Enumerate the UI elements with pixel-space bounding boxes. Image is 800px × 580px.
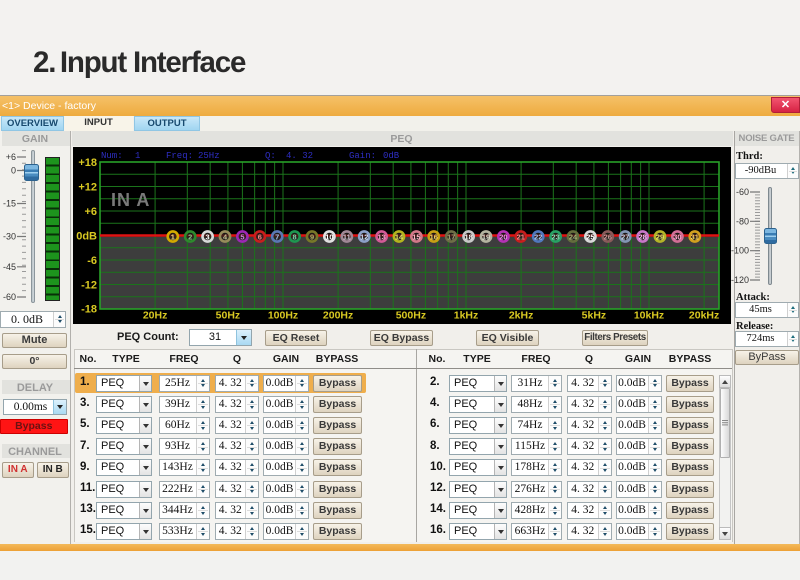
svg-text:0: 0 — [11, 166, 16, 176]
svg-text:5: 5 — [240, 233, 244, 242]
svg-text:15: 15 — [412, 233, 420, 242]
svg-text:14: 14 — [395, 233, 404, 242]
svg-text:10kHz: 10kHz — [634, 310, 664, 322]
svg-text:19: 19 — [482, 233, 490, 242]
svg-text:20Hz: 20Hz — [143, 310, 168, 322]
svg-text:1kHz: 1kHz — [454, 310, 479, 322]
svg-text:-100: -100 — [731, 246, 749, 256]
svg-text:23: 23 — [551, 233, 559, 242]
svg-text:-12: -12 — [81, 279, 97, 291]
svg-text:4. 32: 4. 32 — [286, 151, 313, 161]
svg-text:1: 1 — [171, 233, 175, 242]
svg-text:Q:: Q: — [265, 151, 276, 161]
svg-text:17: 17 — [447, 233, 455, 242]
svg-text:10: 10 — [325, 233, 333, 242]
svg-text:+6: +6 — [84, 206, 97, 218]
svg-text:3: 3 — [206, 233, 210, 242]
svg-text:1: 1 — [135, 151, 140, 161]
svg-text:100Hz: 100Hz — [268, 310, 298, 322]
svg-text:7: 7 — [275, 233, 279, 242]
svg-text:11: 11 — [343, 233, 351, 242]
svg-text:26: 26 — [604, 233, 612, 242]
svg-text:25Hz: 25Hz — [198, 151, 220, 161]
svg-text:5kHz: 5kHz — [582, 310, 607, 322]
svg-text:-18: -18 — [81, 304, 97, 316]
svg-text:20kHz: 20kHz — [689, 310, 719, 322]
svg-text:-15: -15 — [3, 199, 16, 209]
svg-text:30: 30 — [673, 233, 681, 242]
svg-text:2kHz: 2kHz — [509, 310, 534, 322]
svg-text:28: 28 — [638, 233, 646, 242]
svg-text:0dB: 0dB — [76, 231, 97, 243]
svg-text:200Hz: 200Hz — [323, 310, 353, 322]
svg-text:8: 8 — [293, 233, 297, 242]
svg-text:50Hz: 50Hz — [216, 310, 241, 322]
svg-text:+12: +12 — [78, 182, 97, 194]
svg-text:13: 13 — [377, 233, 385, 242]
svg-text:IN A: IN A — [111, 190, 150, 210]
svg-text:29: 29 — [656, 233, 664, 242]
svg-text:2: 2 — [188, 233, 192, 242]
svg-text:9: 9 — [310, 233, 314, 242]
svg-text:+6: +6 — [6, 152, 16, 162]
svg-text:-60: -60 — [736, 187, 749, 197]
svg-text:12: 12 — [360, 233, 368, 242]
svg-text:-30: -30 — [3, 232, 16, 242]
svg-text:0dB: 0dB — [383, 151, 400, 161]
svg-text:6: 6 — [258, 233, 262, 242]
svg-text:Num:: Num: — [101, 151, 123, 161]
svg-text:-80: -80 — [736, 216, 749, 226]
svg-text:500Hz: 500Hz — [396, 310, 426, 322]
svg-text:-6: -6 — [87, 255, 97, 267]
svg-text:22: 22 — [534, 233, 542, 242]
svg-text:18: 18 — [464, 233, 472, 242]
svg-text:24: 24 — [569, 233, 578, 242]
svg-text:16: 16 — [430, 233, 438, 242]
svg-text:Freq:: Freq: — [166, 151, 193, 161]
svg-text:+18: +18 — [78, 157, 97, 169]
svg-text:27: 27 — [621, 233, 629, 242]
svg-text:-60: -60 — [3, 292, 16, 302]
svg-text:20: 20 — [499, 233, 507, 242]
svg-text:-45: -45 — [3, 262, 16, 272]
svg-text:25: 25 — [586, 233, 594, 242]
svg-text:21: 21 — [517, 233, 525, 242]
svg-text:31: 31 — [691, 233, 699, 242]
svg-text:Gain:: Gain: — [349, 151, 376, 161]
svg-text:-120: -120 — [731, 275, 749, 285]
